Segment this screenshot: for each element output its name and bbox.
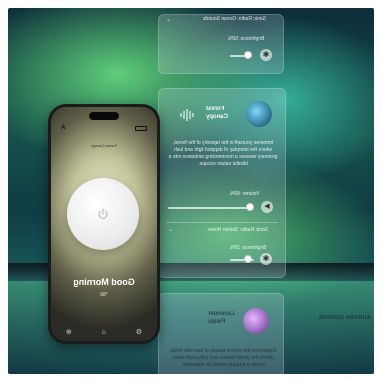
lavender-fields-title: Lavender Fields (208, 311, 235, 325)
aurora-sunrise-label: AURORA SUNRISE (318, 315, 371, 321)
mid-brightness-label: Brightness: 30% (230, 245, 267, 251)
tab-bar: ⊕ ⌂ ⚙ (51, 326, 157, 338)
home-icon[interactable]: ⌂ (102, 329, 106, 336)
top-brightness-label: Brightness: 50% (228, 36, 265, 42)
chevron-down-icon[interactable]: ⌄ (166, 16, 171, 23)
chevron-down-icon[interactable]: ⌄ (168, 226, 173, 233)
volume-slider[interactable] (168, 207, 248, 209)
power-button[interactable] (67, 178, 139, 250)
forest-canopy-thumbnail[interactable] (246, 101, 272, 127)
settings-icon[interactable]: ⚙ (136, 328, 142, 336)
phone-screen: A Forest Canopy Good Morning 68° ⊕ ⌂ ⚙ (51, 107, 157, 341)
greeting: Good Morning (73, 277, 135, 287)
temperature: 68° (100, 292, 108, 298)
sun-icon: ✱ (260, 49, 272, 61)
top-brightness-knob[interactable] (244, 51, 252, 59)
tab-left-icon[interactable]: ⊕ (66, 328, 72, 336)
lavender-fields-description: Experience the serene beauty of lavender… (169, 348, 277, 368)
station-label: Sonic Radio: Station Home (208, 227, 269, 233)
sun-icon: ✱ (260, 253, 272, 265)
volume-label: Volume: 60% (230, 191, 260, 197)
play-icon[interactable]: ◀ (261, 201, 273, 213)
top-control-panel (158, 14, 284, 74)
top-panel-label: Sonic Radio: Ocean Sounds (203, 16, 266, 22)
forest-canopy-title: Forest Canopy (206, 106, 229, 120)
phone-mockup: A Forest Canopy Good Morning 68° ⊕ ⌂ ⚙ (48, 104, 160, 344)
power-icon (98, 208, 108, 219)
mid-brightness-knob[interactable] (244, 255, 252, 263)
battery-icon (135, 126, 147, 131)
forest-canopy-description: Immerse yourself in the tapestry of the … (168, 140, 278, 167)
volume-knob[interactable] (246, 203, 254, 211)
divider (166, 222, 278, 223)
waveform-icon (180, 109, 194, 121)
dynamic-island (89, 112, 119, 120)
status-letter: A (61, 125, 66, 131)
lavender-fields-thumbnail[interactable] (243, 308, 269, 334)
phone-header: Forest Canopy (90, 143, 118, 148)
